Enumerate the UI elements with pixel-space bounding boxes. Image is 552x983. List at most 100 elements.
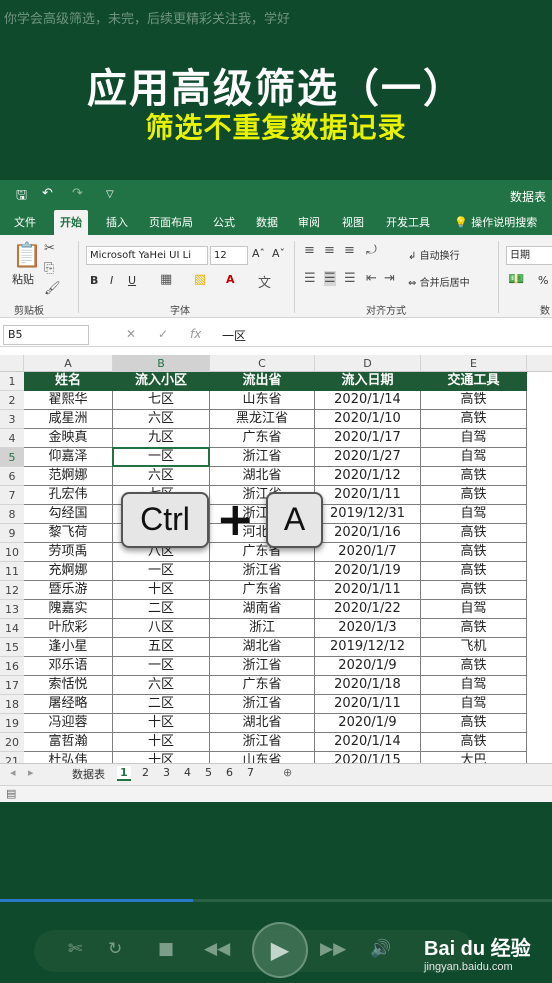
table-cell[interactable]: 叶欣彩 [24, 619, 113, 638]
video-progress-bar[interactable] [0, 899, 552, 902]
cut-icon[interactable]: ✂ [44, 241, 55, 256]
tab-review[interactable]: 审阅 [292, 210, 326, 235]
row-header[interactable]: 12 [0, 581, 24, 600]
sheet-tab[interactable]: 6 [226, 766, 233, 779]
increase-indent-icon[interactable]: ⇥ [384, 271, 395, 286]
table-cell[interactable]: 充婀娜 [24, 562, 113, 581]
table-cell[interactable]: 咸星洲 [24, 410, 113, 429]
table-cell[interactable]: 自驾 [421, 676, 527, 695]
table-cell[interactable]: 八区 [113, 619, 210, 638]
font-name-select[interactable]: Microsoft YaHei UI Li [86, 246, 208, 265]
table-cell[interactable]: 翟熙华 [24, 391, 113, 410]
table-cell[interactable]: 湖北省 [210, 714, 315, 733]
table-cell[interactable]: 暨乐游 [24, 581, 113, 600]
table-cell[interactable]: 劳项禹 [24, 543, 113, 562]
row-header[interactable]: 18 [0, 695, 24, 714]
table-cell[interactable]: 屠经略 [24, 695, 113, 714]
sheet-tab[interactable]: 3 [163, 766, 170, 779]
row-header[interactable]: 5 [0, 448, 24, 467]
italic-button[interactable]: I [110, 274, 113, 287]
name-box[interactable]: B5 [3, 325, 89, 345]
rewind-icon[interactable]: ◀◀ [204, 939, 230, 959]
tab-tell-me[interactable]: 💡 操作说明搜索 [448, 210, 543, 235]
voice-icon[interactable]: ✄ [68, 939, 82, 959]
table-cell[interactable]: 2020/1/19 [315, 562, 421, 581]
table-cell[interactable]: 浙江省 [210, 562, 315, 581]
paste-icon[interactable]: 📋 [12, 241, 42, 269]
format-painter-icon[interactable]: 🖌 [44, 281, 61, 296]
tab-home[interactable]: 开始 [54, 210, 88, 235]
column-header[interactable]: C [210, 355, 315, 372]
table-cell[interactable]: 浙江省 [210, 695, 315, 714]
table-cell[interactable]: 高铁 [421, 562, 527, 581]
table-cell[interactable]: 十区 [113, 733, 210, 752]
table-cell[interactable]: 2019/12/12 [315, 638, 421, 657]
table-cell[interactable]: 高铁 [421, 714, 527, 733]
align-left-icon[interactable]: ☰ [304, 271, 316, 286]
table-cell[interactable]: 高铁 [421, 619, 527, 638]
table-cell[interactable]: 浙江 [210, 619, 315, 638]
table-cell[interactable]: 孔宏伟 [24, 486, 113, 505]
wrap-text-button[interactable]: ↲ 自动换行 [408, 247, 460, 262]
table-cell[interactable]: 2020/1/10 [315, 410, 421, 429]
orientation-icon[interactable]: ⤾ [366, 243, 377, 258]
table-cell[interactable]: 自驾 [421, 505, 527, 524]
enter-icon[interactable]: ✓ [158, 327, 168, 341]
table-cell[interactable]: 2020/1/9 [315, 657, 421, 676]
align-bottom-icon[interactable]: ≡ [344, 243, 355, 258]
table-cell[interactable]: 高铁 [421, 657, 527, 676]
table-cell[interactable]: 2020/1/17 [315, 429, 421, 448]
sheet-tab[interactable]: 数据表 [72, 766, 105, 782]
align-center-icon[interactable]: ☰ [324, 271, 336, 286]
table-cell[interactable]: 广东省 [210, 581, 315, 600]
column-header[interactable]: E [421, 355, 527, 372]
table-cell[interactable]: 2020/1/22 [315, 600, 421, 619]
table-cell[interactable]: 金映真 [24, 429, 113, 448]
volume-icon[interactable]: 🔊 [370, 939, 391, 959]
table-cell[interactable]: 黎飞荷 [24, 524, 113, 543]
align-middle-icon[interactable]: ≡ [324, 243, 335, 258]
number-format-select[interactable]: 日期 [506, 246, 552, 265]
sheet-tab[interactable]: 5 [205, 766, 212, 779]
header-cell[interactable]: 交通工具 [421, 372, 527, 391]
table-cell[interactable]: 冯迎蓉 [24, 714, 113, 733]
accounting-format-icon[interactable]: 💵 [508, 272, 524, 287]
header-cell[interactable]: 姓名 [24, 372, 113, 391]
table-cell[interactable]: 广东省 [210, 676, 315, 695]
table-cell[interactable]: 2020/1/18 [315, 676, 421, 695]
row-header[interactable]: 11 [0, 562, 24, 581]
table-cell[interactable]: 五区 [113, 638, 210, 657]
table-cell[interactable]: 自驾 [421, 600, 527, 619]
row-header[interactable]: 19 [0, 714, 24, 733]
header-cell[interactable]: 流入小区 [113, 372, 210, 391]
tab-insert[interactable]: 插入 [100, 210, 134, 235]
row-header[interactable]: 9 [0, 524, 24, 543]
table-cell[interactable]: 2020/1/11 [315, 581, 421, 600]
row-header[interactable]: 10 [0, 543, 24, 562]
tab-formulas[interactable]: 公式 [207, 210, 241, 235]
table-cell[interactable]: 浙江省 [210, 733, 315, 752]
table-cell[interactable]: 高铁 [421, 733, 527, 752]
table-cell[interactable]: 六区 [113, 467, 210, 486]
table-cell[interactable]: 浙江省 [210, 657, 315, 676]
table-cell[interactable]: 二区 [113, 600, 210, 619]
fill-color-icon[interactable]: ▧ [194, 272, 206, 287]
table-cell[interactable]: 2020/1/27 [315, 448, 421, 467]
fast-forward-icon[interactable]: ▶▶ [320, 939, 346, 959]
borders-icon[interactable]: ▦ [160, 272, 172, 287]
scroll-right-icon[interactable]: ▸ [28, 766, 34, 779]
table-cell[interactable]: 高铁 [421, 543, 527, 562]
table-cell[interactable]: 湖北省 [210, 638, 315, 657]
tab-file[interactable]: 文件 [8, 210, 42, 235]
decrease-indent-icon[interactable]: ⇤ [366, 271, 377, 286]
table-cell[interactable]: 六区 [113, 676, 210, 695]
row-header[interactable]: 6 [0, 467, 24, 486]
row-header[interactable]: 13 [0, 600, 24, 619]
table-cell[interactable]: 湖北省 [210, 467, 315, 486]
add-sheet-icon[interactable]: ⊕ [283, 766, 292, 779]
merge-center-button[interactable]: ⇔ 合并后居中 [408, 274, 470, 289]
row-header[interactable]: 1 [0, 372, 24, 391]
column-header[interactable]: D [315, 355, 421, 372]
table-cell[interactable]: 逢小星 [24, 638, 113, 657]
column-header[interactable]: A [24, 355, 113, 372]
